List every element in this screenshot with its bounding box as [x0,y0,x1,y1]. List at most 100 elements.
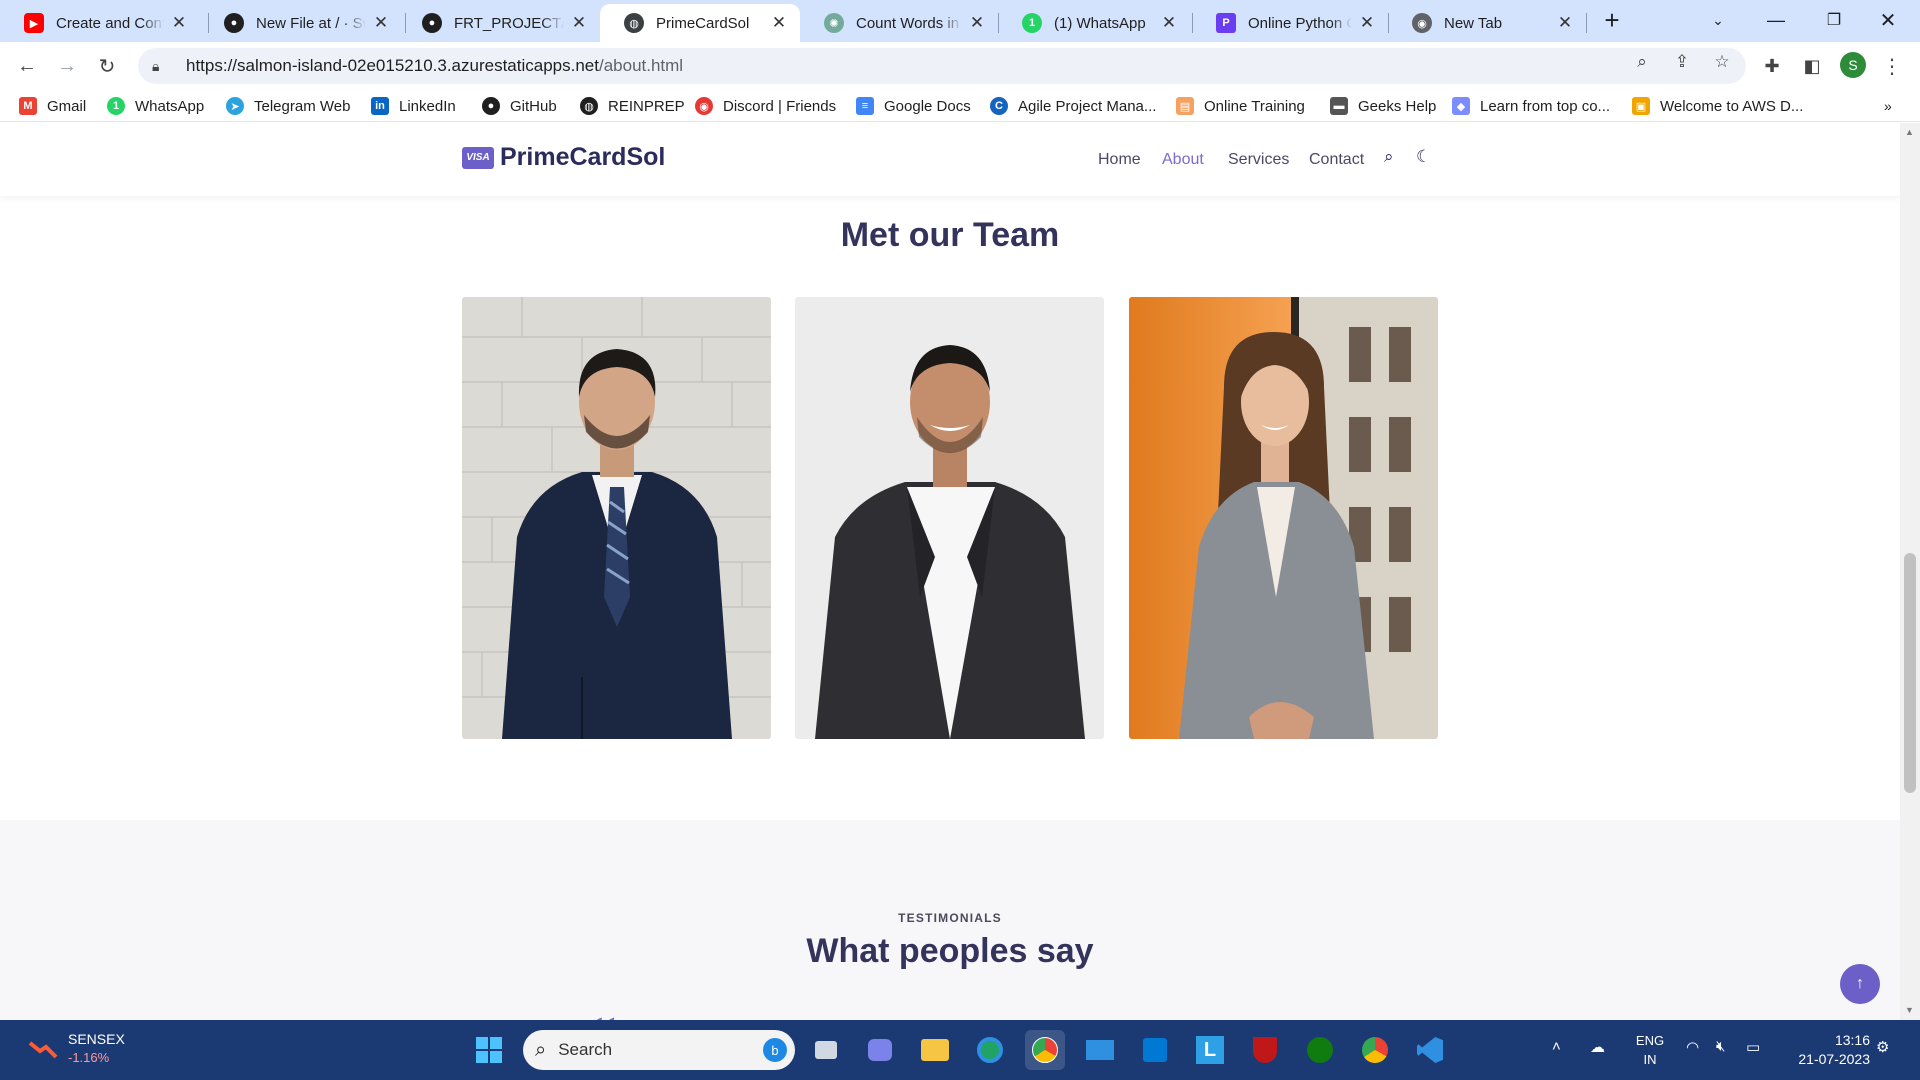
nav-about[interactable]: About [1162,151,1204,169]
close-icon[interactable]: ✕ [170,13,188,33]
scroll-to-top-button[interactable]: ↑ [1840,964,1880,1004]
restore-icon[interactable]: ❐ [1814,0,1854,40]
bookmark-linkedin[interactable]: in LinkedIn [371,95,456,117]
globe-icon: ◍ [624,13,644,33]
close-icon[interactable]: ✕ [1160,13,1178,33]
notifications-icon[interactable]: ⚙ [1876,1038,1889,1056]
bookmark-label: Gmail [47,97,87,115]
close-icon[interactable]: ✕ [570,13,588,33]
clock-time: 13:16 [1834,1032,1870,1048]
back-arrow-icon[interactable]: ← [11,50,43,82]
tab-new-file[interactable]: ● New File at / · Sw ✕ [200,4,402,42]
close-icon[interactable]: ✕ [372,13,390,33]
tab-create-and-config[interactable]: ▶ Create and Config ✕ [0,4,200,42]
xbox-icon[interactable] [1300,1030,1340,1070]
wifi-icon[interactable]: ◠ [1686,1038,1699,1056]
bookmark-whatsapp[interactable]: 1 WhatsApp [107,95,204,117]
address-bar[interactable]: 🔒︎ https://salmon-island-02e015210.3.azu… [138,48,1746,84]
github-icon: ● [482,97,500,115]
bookmarks-overflow-chevron-icon[interactable]: » [1884,95,1892,117]
tab-count-words[interactable]: ✺ Count Words in S ✕ [800,4,998,42]
microsoft-store-icon[interactable] [1135,1030,1175,1070]
scroll-down-arrow-icon[interactable]: ▼ [1905,1005,1914,1015]
speaker-muted-icon[interactable]: 🔇︎ [1716,1038,1725,1055]
tab-title: FRT_PROJECT/ass [454,14,564,32]
bookmark-discord[interactable]: ◉ Discord | Friends [695,95,836,117]
close-icon[interactable]: ✕ [1556,13,1574,33]
tab-search-chevron-icon[interactable]: ⌄ [1698,0,1738,40]
nav-services[interactable]: Services [1228,151,1289,169]
close-icon[interactable]: ✕ [1358,13,1376,33]
chrome-taskbar-icon[interactable] [1025,1030,1065,1070]
team-member-photo-1 [462,297,771,739]
zoom-icon[interactable]: ⌕ [1630,50,1654,74]
brand-name: PrimeCardSol [500,143,666,171]
nav-home[interactable]: Home [1098,151,1141,169]
share-icon[interactable]: ⇪ [1670,50,1694,74]
mail-icon[interactable] [1080,1030,1120,1070]
tab-frt-project[interactable]: ● FRT_PROJECT/ass ✕ [398,4,600,42]
python-ide-icon: P [1216,13,1236,33]
tab-online-python[interactable]: P Online Python Co ✕ [1192,4,1388,42]
site-logo[interactable]: VISA PrimeCardSol [462,143,665,172]
man-navy-suit-photo [462,297,771,739]
scroll-up-arrow-icon[interactable]: ▲ [1905,127,1914,137]
file-explorer-icon[interactable] [915,1030,955,1070]
tray-chevron-up-icon[interactable]: ˄ [1552,1038,1561,1055]
language-indicator[interactable]: ENG IN [1633,1031,1667,1069]
bookmark-telegram[interactable]: ➤ Telegram Web [226,95,350,117]
search-icon: ⌕ [535,1038,547,1061]
extensions-puzzle-icon[interactable]: ✚ [1756,50,1788,82]
bookmark-learn[interactable]: ◆ Learn from top co... [1452,95,1610,117]
edge-icon[interactable] [970,1030,1010,1070]
bookmark-star-icon[interactable]: ☆ [1710,50,1734,74]
tab-new-tab[interactable]: ◉ New Tab ✕ [1388,4,1586,42]
forward-arrow-icon[interactable]: → [51,50,83,82]
reload-icon[interactable]: ↻ [91,50,123,82]
bookmark-gmail[interactable]: M Gmail [19,95,86,117]
new-tab-plus-icon[interactable]: + [1592,0,1632,40]
teams-chat-icon[interactable] [860,1030,900,1070]
vscode-icon[interactable] [1410,1030,1450,1070]
language-code: ENG [1635,1033,1665,1048]
dark-mode-moon-icon[interactable]: ☾ [1416,147,1431,167]
bookmark-google-docs[interactable]: ≡ Google Docs [856,95,971,117]
bookmark-reinprep[interactable]: ◍ REINPREP [580,95,685,117]
side-panel-icon[interactable]: ◧ [1796,50,1828,82]
profile-avatar[interactable]: S [1840,52,1866,78]
bookmark-label: WhatsApp [135,97,205,115]
testimonials-section: TESTIMONIALS What peoples say “ [0,820,1900,1020]
window-close-icon[interactable]: ✕ [1868,0,1908,40]
bookmark-agile[interactable]: C Agile Project Mana... [990,95,1156,117]
task-view-icon[interactable] [806,1030,846,1070]
bookmark-geeks-help[interactable]: ▬ Geeks Help [1330,95,1436,117]
address-url[interactable]: https://salmon-island-02e015210.3.azures… [186,56,683,76]
bookmarks-bar: M Gmail 1 WhatsApp ➤ Telegram Web in LinkedI… [0,90,1920,122]
lock-icon[interactable]: 🔒︎ [152,58,172,75]
l-app-icon[interactable]: L [1190,1030,1230,1070]
battery-icon[interactable]: ▭ [1746,1038,1760,1056]
stock-widget[interactable]: SENSEX -1.16% [28,1030,125,1067]
stock-widget-change: -1.16% [68,1050,110,1065]
tab-whatsapp[interactable]: 1 (1) WhatsApp ✕ [998,4,1190,42]
close-icon[interactable]: ✕ [968,13,986,33]
nav-contact[interactable]: Contact [1309,151,1364,169]
search-icon[interactable]: ⌕ [1384,147,1394,167]
bookmark-aws[interactable]: ▣ Welcome to AWS D... [1632,95,1803,117]
tab-title: New Tab [1444,14,1503,32]
onedrive-cloud-icon[interactable]: ☁ [1590,1038,1605,1056]
page-scrollbar[interactable]: ▲ ▼ [1900,123,1920,1020]
scrollbar-thumb[interactable] [1904,553,1916,793]
close-icon[interactable]: ✕ [770,13,788,33]
chrome-profile-icon[interactable] [1355,1030,1395,1070]
menu-kebab-icon[interactable]: ⋮ [1876,50,1908,82]
tab-primecardsol[interactable]: ◍ PrimeCardSol ✕ [600,4,800,42]
minimize-icon[interactable]: — [1756,0,1796,40]
windows-start-icon[interactable] [469,1030,509,1070]
mcafee-icon[interactable] [1245,1030,1285,1070]
system-clock[interactable]: 13:16 21-07-2023 [1780,1031,1870,1069]
taskbar-search[interactable]: ⌕ Search b [523,1030,795,1070]
bing-icon[interactable]: b [763,1038,787,1062]
bookmark-github[interactable]: ● GitHub [482,95,557,117]
bookmark-online-training[interactable]: ▤ Online Training [1176,95,1305,117]
